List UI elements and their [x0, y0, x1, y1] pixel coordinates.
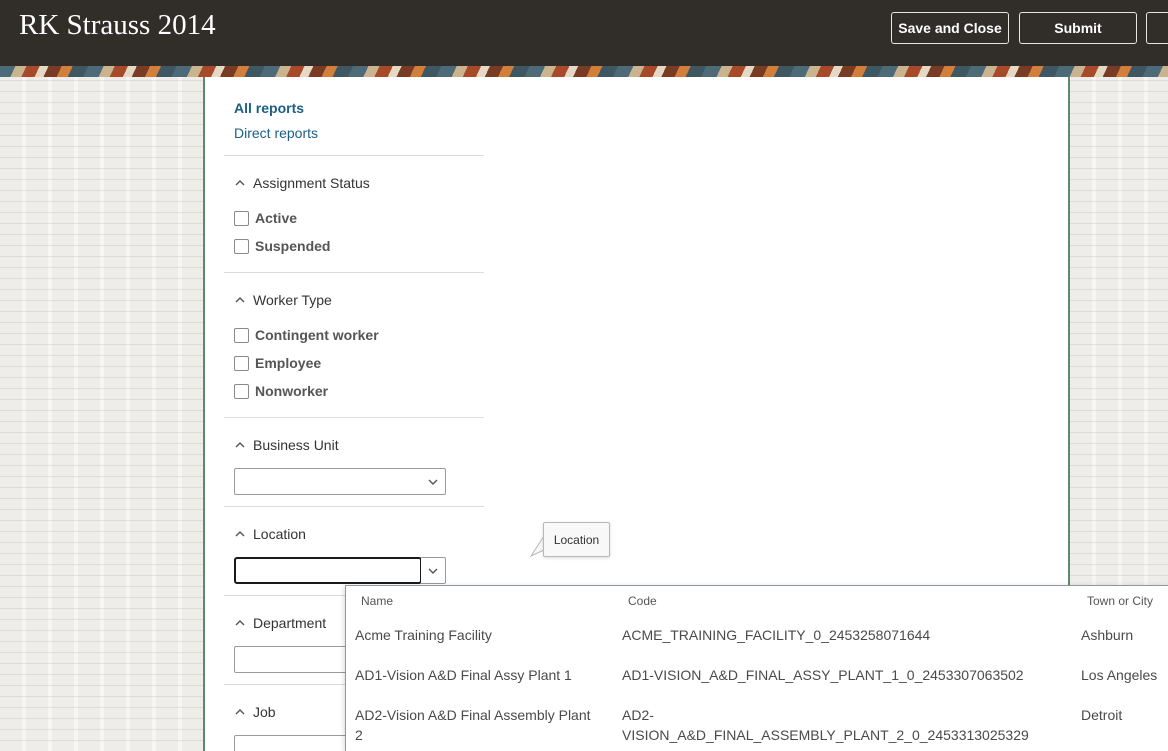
location-input[interactable] [234, 557, 422, 584]
cell-name-continued: 2 [355, 727, 363, 743]
checkbox[interactable] [234, 355, 249, 371]
job-label: Job [253, 704, 276, 720]
department-label: Department [253, 615, 327, 631]
location-header[interactable]: Location [234, 526, 306, 542]
top-header: RK Strauss 2014 Save and Close Submit [0, 0, 1168, 66]
chevron-up-icon [235, 620, 245, 626]
checkbox-label: Suspended [255, 238, 331, 254]
cell-name: Acme Training Facility [355, 627, 492, 643]
checkbox-nonworker[interactable]: Nonworker [234, 383, 328, 399]
chevron-down-icon[interactable] [421, 557, 446, 584]
page-title: RK Strauss 2014 [19, 9, 216, 41]
location-label: Location [253, 526, 306, 542]
divider [224, 272, 484, 273]
cell-name: AD2-Vision A&D Final Assembly Plant [355, 707, 591, 723]
checkbox-contingent-worker[interactable]: Contingent worker [234, 327, 379, 343]
column-header-name[interactable]: Name [361, 594, 393, 608]
assignment-status-label: Assignment Status [253, 175, 370, 191]
cell-city: Ashburn [1081, 627, 1134, 643]
chevron-down-icon[interactable] [421, 469, 445, 494]
all-reports-link[interactable]: All reports [234, 100, 304, 116]
checkbox-active[interactable]: Active [234, 210, 297, 226]
cell-code: AD1-VISION_A&D_FINAL_ASSY_PLANT_1_0_2453… [622, 667, 1024, 683]
chevron-up-icon [235, 442, 245, 448]
chevron-up-icon [235, 709, 245, 715]
worker-type-label: Worker Type [253, 292, 332, 308]
direct-reports-link[interactable]: Direct reports [234, 125, 318, 141]
worker-type-header[interactable]: Worker Type [234, 292, 332, 308]
cell-city: Detroit [1081, 707, 1123, 723]
checkbox-suspended[interactable]: Suspended [234, 238, 330, 254]
left-background-panel [0, 77, 203, 751]
cell-city: Los Angeles [1081, 667, 1158, 683]
department-header[interactable]: Department [234, 615, 326, 631]
cell-code-continued: VISION_A&D_FINAL_ASSEMBLY_PLANT_2_0_2453… [622, 727, 1029, 743]
business-unit-header[interactable]: Business Unit [234, 437, 339, 453]
checkbox-label: Active [255, 210, 298, 226]
checkbox-label: Nonworker [255, 383, 329, 399]
cell-name: AD1-Vision A&D Final Assy Plant 1 [355, 667, 572, 683]
column-header-code[interactable]: Code [628, 594, 657, 608]
checkbox-label: Contingent worker [255, 327, 379, 343]
location-dropdown: Name Code Town or City Acme Training Fac… [345, 585, 1168, 751]
chevron-up-icon [235, 297, 245, 303]
location-tooltip: Location [543, 522, 610, 557]
cell-code: ACME_TRAINING_FACILITY_0_2453258071644 [622, 627, 931, 643]
cell-code: AD2- [622, 707, 654, 723]
checkbox-label: Employee [255, 355, 322, 371]
column-header-town-or-city[interactable]: Town or City [1087, 594, 1153, 608]
assignment-status-header[interactable]: Assignment Status [234, 175, 370, 191]
divider [224, 506, 484, 507]
checkbox[interactable] [234, 383, 249, 399]
save-and-close-button[interactable]: Save and Close [891, 12, 1009, 44]
chevron-up-icon [235, 531, 245, 537]
business-unit-label: Business Unit [253, 437, 339, 453]
decorative-banner [0, 66, 1168, 77]
checkbox-employee[interactable]: Employee [234, 355, 321, 371]
checkbox[interactable] [234, 238, 249, 254]
more-actions-button[interactable] [1146, 12, 1168, 44]
checkbox[interactable] [234, 327, 249, 343]
job-header[interactable]: Job [234, 704, 276, 720]
checkbox[interactable] [234, 210, 249, 226]
divider [224, 417, 484, 418]
divider [224, 155, 484, 156]
submit-button[interactable]: Submit [1019, 12, 1137, 44]
business-unit-select[interactable] [234, 468, 446, 495]
chevron-up-icon [235, 180, 245, 186]
